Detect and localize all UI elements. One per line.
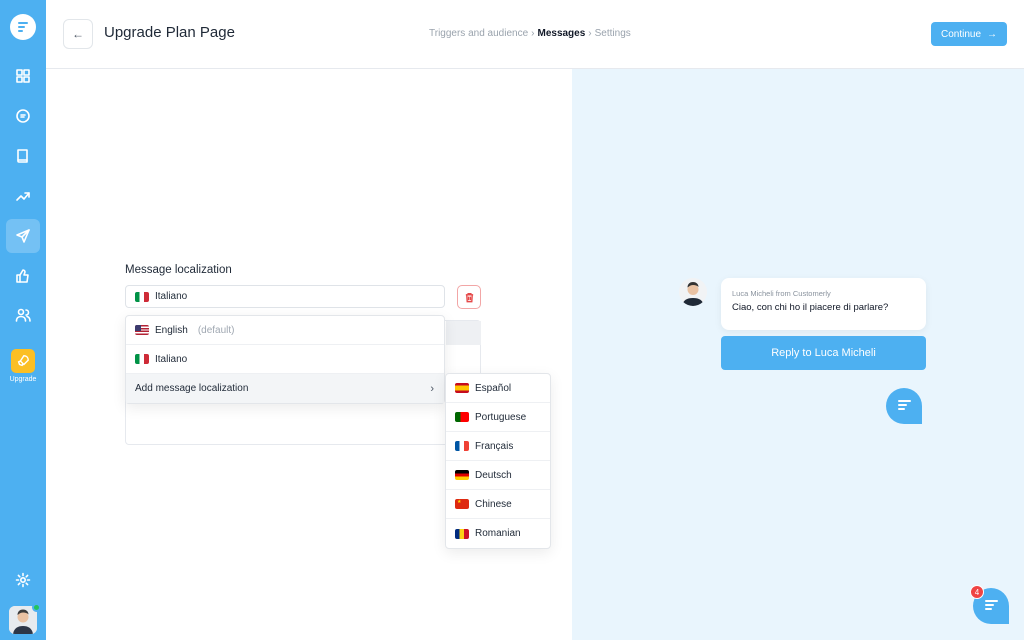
app-logo-icon[interactable]: [10, 14, 36, 40]
language-label: Chinese: [475, 498, 512, 510]
book-icon[interactable]: [6, 139, 40, 173]
reply-button[interactable]: Reply to Luca Micheli: [721, 336, 926, 370]
chat-icon[interactable]: [6, 99, 40, 133]
spain-flag-icon: [455, 383, 469, 393]
romania-flag-icon: [455, 528, 469, 539]
add-localization-label: Add message localization: [135, 383, 249, 394]
dropdown-item-italiano[interactable]: Italiano: [126, 345, 444, 374]
chat-launcher-icon[interactable]: [886, 388, 922, 424]
dashboard-icon[interactable]: [6, 59, 40, 93]
language-item-francais[interactable]: Français: [446, 432, 550, 461]
online-status-dot: [32, 603, 41, 612]
breadcrumb-messages[interactable]: Messages: [537, 28, 585, 39]
portugal-flag-icon: [455, 412, 469, 422]
breadcrumb-triggers[interactable]: Triggers and audience: [429, 28, 528, 39]
italy-flag-icon: [135, 291, 149, 302]
continue-label: Continue: [940, 28, 982, 40]
chevron-right-icon: ›: [430, 382, 434, 395]
chat-message-text: Ciao, con chi ho il piacere di parlare?: [732, 302, 889, 313]
breadcrumb-separator: ›: [531, 28, 535, 39]
china-flag-icon: ★: [455, 499, 469, 509]
back-button[interactable]: ←: [63, 19, 93, 49]
arrow-right-icon: →: [987, 28, 998, 40]
dropdown-item-add-localization[interactable]: Add message localization ›: [126, 374, 444, 403]
thumbs-up-icon[interactable]: [6, 259, 40, 293]
language-label: Romanian: [475, 528, 521, 539]
france-flag-icon: [455, 441, 469, 451]
language-label: Español: [475, 382, 512, 394]
delete-button[interactable]: [457, 285, 481, 309]
language-item-portuguese[interactable]: Portuguese: [446, 403, 550, 432]
arrow-left-icon: ←: [72, 27, 84, 41]
breadcrumb: Triggers and audience › Messages › Setti…: [429, 28, 631, 39]
language-item-romanian[interactable]: Romanian: [446, 519, 550, 548]
agent-avatar: [679, 278, 707, 306]
top-header: ← Upgrade Plan Page Triggers and audienc…: [46, 0, 1024, 69]
send-icon[interactable]: [6, 219, 40, 253]
language-submenu: Español Portuguese Français Deutsch ★ Ch…: [445, 373, 551, 549]
localization-select[interactable]: Italiano: [125, 285, 445, 308]
dropdown-item-english[interactable]: English (default): [126, 316, 444, 345]
continue-button[interactable]: Continue →: [931, 22, 1007, 46]
language-label: Deutsch: [475, 469, 512, 481]
localization-label: Message localization: [125, 264, 232, 276]
notification-badge: 4: [970, 585, 984, 599]
page-title: Upgrade Plan Page: [104, 24, 235, 41]
language-item-chinese[interactable]: ★ Chinese: [446, 490, 550, 519]
localization-selected-value: Italiano: [155, 291, 188, 302]
localization-dropdown: English (default) Italiano Add message l…: [125, 315, 445, 404]
trend-icon[interactable]: [6, 179, 40, 213]
gear-icon[interactable]: [6, 563, 40, 597]
italy-flag-icon: [135, 354, 149, 364]
breadcrumb-settings[interactable]: Settings: [595, 28, 631, 39]
language-item-deutsch[interactable]: Deutsch: [446, 461, 550, 490]
default-note: (default): [197, 324, 235, 336]
rocket-icon[interactable]: [11, 349, 35, 373]
english-label: English: [155, 324, 188, 336]
italiano-label: Italiano: [155, 353, 188, 365]
breadcrumb-separator: ›: [588, 28, 592, 39]
chat-message-bubble: Luca Micheli from Customerly Ciao, con c…: [721, 278, 926, 330]
language-item-espanol[interactable]: Español: [446, 374, 550, 403]
sidebar: Upgrade: [0, 0, 46, 640]
language-label: Portuguese: [475, 411, 527, 423]
upgrade-label[interactable]: Upgrade: [0, 376, 46, 383]
germany-flag-icon: [455, 470, 469, 480]
users-icon[interactable]: [6, 298, 40, 332]
trash-icon: [465, 292, 473, 302]
language-label: Français: [475, 440, 514, 452]
us-flag-icon: [135, 325, 149, 335]
chat-sender: Luca Micheli from Customerly: [732, 289, 831, 298]
